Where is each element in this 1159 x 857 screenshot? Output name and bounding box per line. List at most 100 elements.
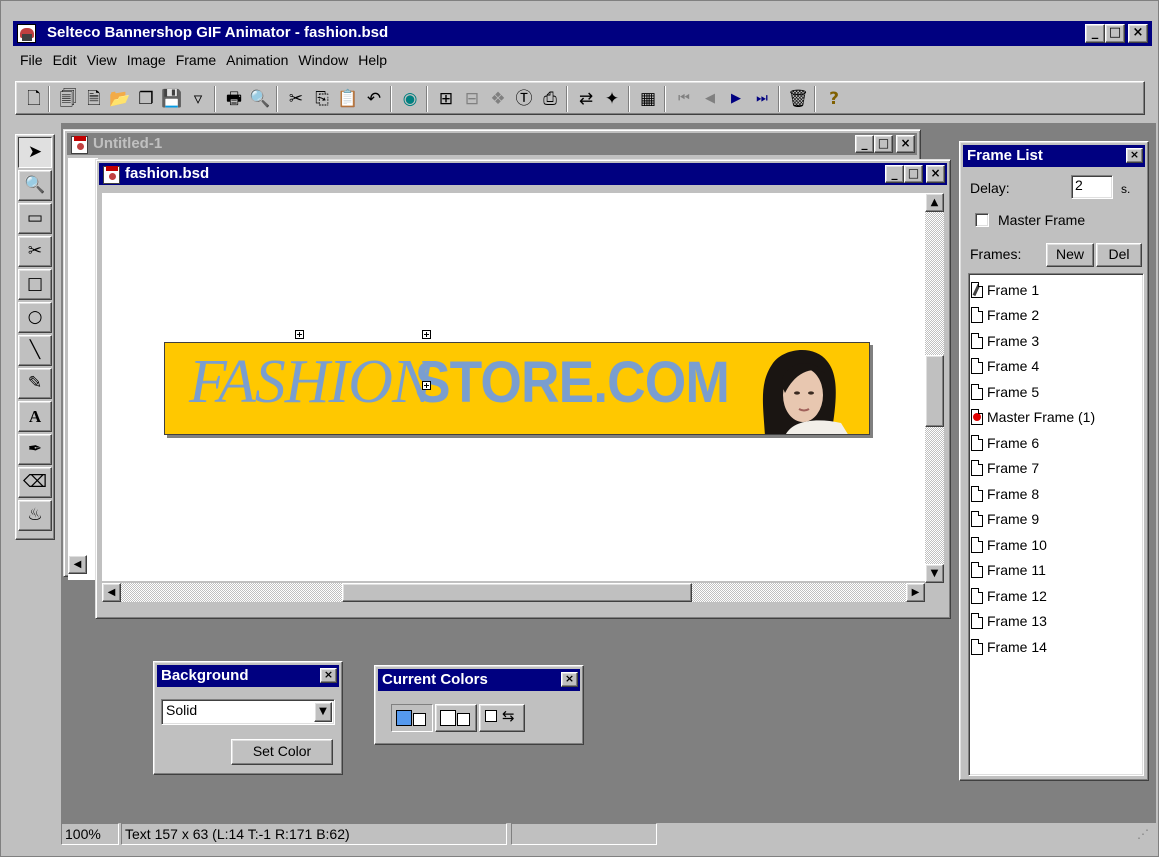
frame-item[interactable]: Frame 5: [971, 379, 1141, 405]
save-icon[interactable]: 💾: [160, 87, 184, 111]
frames-list[interactable]: Frame 1 Frame 2 Frame 3 Frame 4 Frame 5 …: [968, 273, 1144, 776]
magic-wand-icon[interactable]: ✦: [600, 87, 624, 111]
title-bar[interactable]: Selteco Bannershop GIF Animator - fashio…: [13, 21, 1152, 46]
foreground-color-button[interactable]: [391, 704, 433, 732]
fill-tool-icon[interactable]: ♨: [18, 500, 52, 531]
arrow-tool-icon[interactable]: ➤: [18, 137, 52, 168]
master-frame-checkbox[interactable]: [975, 213, 989, 227]
background-close-icon[interactable]: ×: [320, 668, 337, 683]
copy-icon[interactable]: ⎘: [310, 87, 334, 111]
preview-icon[interactable]: ◉: [398, 87, 422, 111]
banner-fashion-text[interactable]: FASHION: [189, 347, 433, 418]
fashion-document-window[interactable]: fashion.bsd _ □ × FASHION STORE.COM ▲ ▼ …: [95, 159, 951, 619]
frame-item[interactable]: Frame 1: [971, 277, 1141, 303]
zoom-tool-icon[interactable]: 🔍: [18, 170, 52, 201]
untitled-canvas[interactable]: [68, 158, 98, 580]
play-icon[interactable]: ▶: [724, 87, 748, 111]
menu-file[interactable]: File: [15, 50, 48, 72]
dropdown-arrow-icon[interactable]: ▼: [314, 702, 332, 722]
fashion-title-bar[interactable]: fashion.bsd _ □ ×: [99, 163, 947, 185]
scroll-right-arrow-icon[interactable]: ▶: [906, 583, 925, 602]
delete-icon[interactable]: 🗑: [786, 87, 810, 111]
select-rect-tool-icon[interactable]: ▭: [18, 203, 52, 234]
status-resize-grip-icon[interactable]: ⋰: [1137, 827, 1153, 843]
scroll-left-arrow-icon[interactable]: ◀: [102, 583, 121, 602]
untitled-title-bar[interactable]: Untitled-1 _ □ ×: [67, 133, 917, 155]
new-from-template-icon[interactable]: 🗎: [82, 87, 106, 111]
menu-help[interactable]: Help: [353, 50, 392, 72]
align-icon[interactable]: ⊟: [460, 87, 484, 111]
untitled-maximize-button[interactable]: □: [874, 135, 893, 153]
resize-grip-icon[interactable]: [925, 583, 944, 602]
close-button[interactable]: ×: [1128, 24, 1148, 43]
new-icon[interactable]: 🗋: [22, 87, 46, 111]
frame-item[interactable]: Frame 6: [971, 430, 1141, 456]
selection-handle[interactable]: [295, 330, 304, 339]
untitled-minimize-button[interactable]: _: [855, 135, 874, 153]
crop-tool-icon[interactable]: ✂: [18, 236, 52, 267]
pencil-tool-icon[interactable]: ✎: [18, 368, 52, 399]
fashion-maximize-button[interactable]: □: [904, 165, 923, 183]
current-colors-close-icon[interactable]: ×: [561, 672, 578, 687]
menu-image[interactable]: Image: [122, 50, 171, 72]
last-frame-icon[interactable]: ⏭: [750, 87, 774, 111]
delay-input[interactable]: 2: [1071, 175, 1113, 199]
current-colors-title-bar[interactable]: Current Colors ×: [378, 669, 580, 691]
eyedropper-tool-icon[interactable]: ✒: [18, 434, 52, 465]
app-icon[interactable]: [17, 24, 36, 43]
banner-image[interactable]: FASHION STORE.COM: [164, 342, 870, 435]
cut-icon[interactable]: ✂: [284, 87, 308, 111]
vertical-scrollbar[interactable]: ▲ ▼: [925, 193, 944, 583]
frame-list-close-icon[interactable]: ×: [1126, 148, 1143, 163]
open-icon[interactable]: 📂: [108, 87, 132, 111]
fashion-close-button[interactable]: ×: [926, 165, 945, 183]
selection-move-handle[interactable]: [422, 381, 431, 390]
export-icon[interactable]: ⎙: [538, 87, 562, 111]
fashion-minimize-button[interactable]: _: [885, 165, 904, 183]
new-wizard-icon[interactable]: 🗐: [56, 87, 80, 111]
selection-handle[interactable]: [422, 330, 431, 339]
vertical-scroll-thumb[interactable]: [925, 355, 944, 427]
background-title-bar[interactable]: Background ×: [157, 665, 339, 687]
frame-item[interactable]: Frame 3: [971, 328, 1141, 354]
open-multiple-icon[interactable]: ❐: [134, 87, 158, 111]
frame-list-title-bar[interactable]: Frame List ×: [963, 145, 1145, 167]
ellipse-tool-icon[interactable]: ○: [18, 302, 52, 333]
maximize-button[interactable]: □: [1105, 24, 1125, 43]
scroll-left-arrow-icon[interactable]: ◀: [68, 555, 87, 574]
transition-icon[interactable]: ⇄: [574, 87, 598, 111]
previous-frame-icon[interactable]: ◀: [698, 87, 722, 111]
minimize-button[interactable]: _: [1085, 24, 1105, 43]
frame-item[interactable]: Frame 10: [971, 532, 1141, 558]
menu-view[interactable]: View: [82, 50, 122, 72]
paste-icon[interactable]: 📋: [336, 87, 360, 111]
fit-icon[interactable]: ⊞: [434, 87, 458, 111]
banner-model-photo[interactable]: [745, 343, 869, 434]
frame-item[interactable]: Frame 14: [971, 634, 1141, 660]
frame-item[interactable]: Frame 11: [971, 558, 1141, 584]
menu-frame[interactable]: Frame: [171, 50, 221, 72]
frame-item[interactable]: Frame 13: [971, 609, 1141, 635]
horizontal-scrollbar[interactable]: ◀ ▶: [102, 583, 925, 602]
undo-icon[interactable]: ↶: [362, 87, 386, 111]
keyframes-icon[interactable]: ▦: [636, 87, 660, 111]
print-icon[interactable]: 🖶: [222, 87, 246, 111]
horizontal-scroll-thumb[interactable]: [342, 583, 692, 602]
menu-animation[interactable]: Animation: [221, 50, 293, 72]
frame-item[interactable]: Frame 4: [971, 354, 1141, 380]
delete-frame-button[interactable]: Del: [1096, 243, 1142, 267]
background-color-button[interactable]: [435, 704, 477, 732]
banner-canvas[interactable]: FASHION STORE.COM: [102, 193, 925, 581]
master-frame-item[interactable]: Master Frame (1): [971, 405, 1141, 431]
help-icon[interactable]: ?: [822, 87, 846, 111]
frame-item[interactable]: Frame 9: [971, 507, 1141, 533]
print-preview-icon[interactable]: 🔍: [248, 87, 272, 111]
text-tool-icon[interactable]: A: [18, 401, 52, 432]
banner-store-text[interactable]: STORE.COM: [415, 349, 730, 416]
swap-colors-button[interactable]: ⇆: [479, 704, 525, 732]
optimize-icon[interactable]: ▿: [186, 87, 210, 111]
scroll-down-arrow-icon[interactable]: ▼: [925, 564, 944, 583]
rectangle-tool-icon[interactable]: □: [18, 269, 52, 300]
frame-item[interactable]: Frame 12: [971, 583, 1141, 609]
menu-edit[interactable]: Edit: [48, 50, 82, 72]
